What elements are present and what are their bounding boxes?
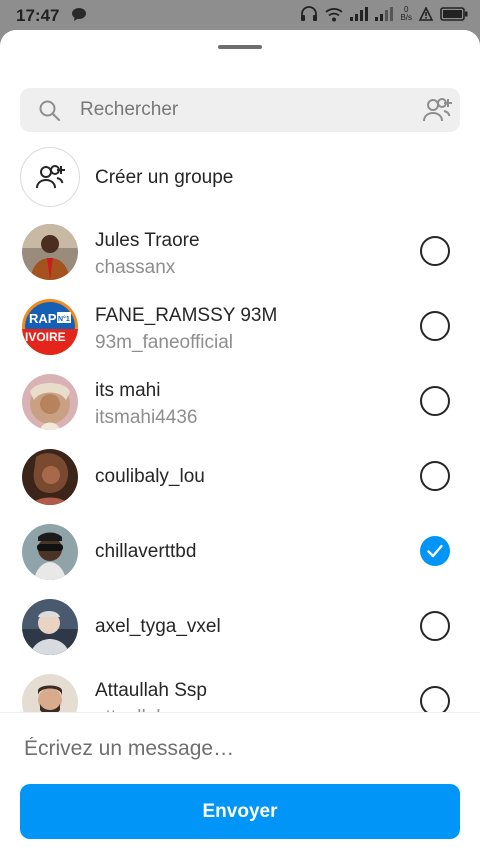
contact-item[interactable]: axel_tyga_vxel <box>0 595 480 670</box>
contact-name: FANE_RAMSSY 93M <box>95 305 278 326</box>
status-time: 17:47 <box>16 6 60 25</box>
chat-bubble-icon <box>72 8 86 21</box>
contact-name: axel_tyga_vxel <box>95 616 221 637</box>
contact-name: chillaverttbd <box>95 541 197 562</box>
select-radio[interactable] <box>420 611 450 641</box>
avatar <box>22 599 78 655</box>
send-button[interactable]: Envoyer <box>20 784 460 839</box>
alert-icon <box>419 7 433 21</box>
contact-item[interactable]: Jules Traore chassanx <box>0 220 480 295</box>
drag-handle[interactable] <box>218 45 262 49</box>
avatar <box>22 449 78 505</box>
contact-name: Attaullah Ssp <box>95 680 207 701</box>
search-input[interactable] <box>80 88 410 132</box>
search-icon <box>39 100 60 121</box>
share-bottom-sheet: Créer un groupe Jules Traore chassanx RA… <box>0 30 480 854</box>
contact-item[interactable]: chillaverttbd <box>0 520 480 595</box>
checkmark-icon <box>427 544 443 558</box>
select-radio[interactable] <box>420 386 450 416</box>
avatar <box>22 374 78 430</box>
avatar <box>22 224 78 280</box>
create-group-icon-circle <box>20 147 80 207</box>
contact-name: coulibaly_lou <box>95 466 205 487</box>
select-radio[interactable] <box>420 461 450 491</box>
contact-name: its mahi <box>95 380 161 401</box>
wifi-icon <box>325 7 344 21</box>
message-input[interactable] <box>24 731 454 767</box>
headphones-icon <box>301 6 318 21</box>
select-radio[interactable] <box>420 311 450 341</box>
avatar: RAP IVOIRE N°1 <box>22 299 78 355</box>
select-radio[interactable] <box>420 686 450 712</box>
contact-item[interactable]: RAP IVOIRE N°1 FANE_RAMSSY 93M 93m_faneoff… <box>0 295 480 370</box>
battery-icon <box>440 7 468 21</box>
add-people-icon[interactable] <box>422 96 454 124</box>
avatar-text-ivoire: IVOIRE <box>25 330 66 344</box>
select-radio[interactable] <box>420 236 450 266</box>
contact-item[interactable]: its mahi itsmahi4436 <box>0 370 480 445</box>
avatar-text-badge: N°1 <box>58 315 70 323</box>
contact-item[interactable]: coulibaly_lou <box>0 445 480 520</box>
status-bar: 17:47 0 B/s <box>0 0 480 30</box>
signal-icon <box>375 7 394 21</box>
contact-username: chassanx <box>95 257 176 278</box>
search-bar <box>20 88 460 132</box>
add-group-icon <box>36 165 65 189</box>
avatar <box>22 524 78 580</box>
network-speed: 0 B/s <box>400 5 412 22</box>
create-group-row[interactable]: Créer un groupe <box>20 147 460 207</box>
contact-name: Jules Traore <box>95 230 200 251</box>
avatar-text-rap: RAP <box>29 311 57 326</box>
avatar <box>22 674 78 712</box>
contact-username: 93m_faneofficial <box>95 332 234 353</box>
contact-item[interactable]: Attaullah Ssp attaullah <box>0 670 480 712</box>
signal-icon <box>350 7 369 21</box>
create-group-label: Créer un groupe <box>95 167 234 188</box>
select-radio-checked[interactable] <box>420 536 450 566</box>
compose-footer: Envoyer <box>0 712 480 854</box>
contact-username: itsmahi4436 <box>95 407 198 428</box>
contact-list: Jules Traore chassanx RAP IVOIRE N°1 FANE_… <box>0 220 480 712</box>
